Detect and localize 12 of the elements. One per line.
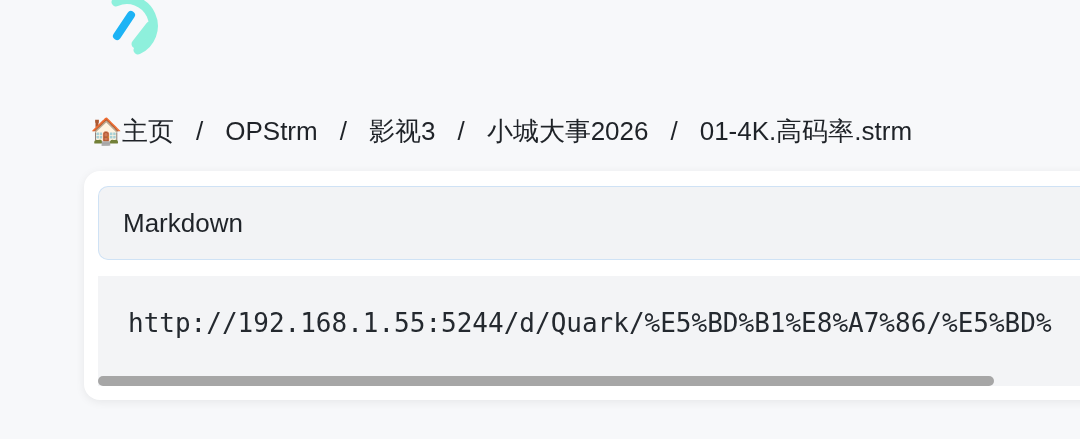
breadcrumb-separator: / <box>196 115 204 147</box>
breadcrumb-separator: / <box>339 115 347 147</box>
breadcrumb-link[interactable]: 小城大事2026 <box>486 113 649 149</box>
breadcrumb-link[interactable]: 影视3 <box>368 113 436 149</box>
breadcrumb-link[interactable]: 01-4K.高码率.strm <box>699 113 913 149</box>
breadcrumb-separator: / <box>457 115 465 147</box>
breadcrumb-link[interactable]: OPStrm <box>225 115 318 147</box>
format-field[interactable]: Markdown <box>98 186 1080 260</box>
breadcrumb-link[interactable]: 🏠主页 <box>90 113 174 149</box>
breadcrumb-separator: / <box>670 115 678 147</box>
code-text: http://192.168.1.55:5244/d/Quark/%E5%BD%B1%E8%A7%86/%E5%BD% <box>127 307 1052 338</box>
scrollbar-thumb[interactable] <box>98 376 994 386</box>
